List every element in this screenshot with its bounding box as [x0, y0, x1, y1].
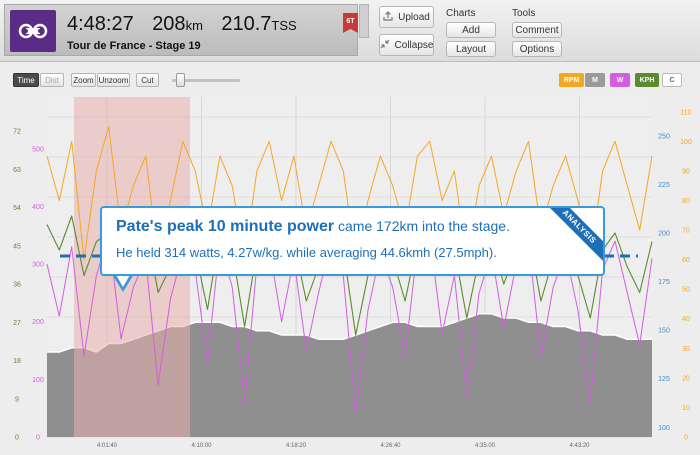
collapse-button[interactable]: Collapse — [379, 34, 434, 56]
x-tick-label: 4:43:20 — [569, 443, 590, 449]
kph-tick-label: 36 — [13, 282, 21, 289]
ride-name: Tour de France - Stage 19 — [67, 40, 201, 52]
watts-tick-label: 500 — [32, 146, 44, 153]
options-button[interactable]: Options — [512, 41, 562, 57]
x-tick-label: 4:26:40 — [380, 443, 401, 449]
callout-headline-rest: came 172km into the stage. — [334, 218, 510, 234]
watts-tick-label: 0 — [36, 435, 40, 442]
add-chart-button[interactable]: Add — [446, 22, 496, 38]
ride-tss: 210.7 — [221, 13, 272, 35]
bpm-tick-label: 225 — [658, 182, 670, 189]
rpm-tick-label: 10 — [682, 405, 690, 412]
rpm-tick-label: 20 — [682, 375, 690, 382]
watts-tick-label: 300 — [32, 262, 44, 269]
collapse-icon — [380, 39, 390, 52]
callout-headline: Pate's peak 10 minute power — [116, 218, 335, 235]
rpm-tick-label: 90 — [682, 168, 690, 175]
kph-tick-label: 54 — [13, 205, 21, 212]
rpm-tick-label: 0 — [684, 435, 688, 442]
bpm-tick-label: 200 — [658, 231, 670, 238]
tss-unit: TSS — [271, 18, 297, 33]
upload-button[interactable]: Upload — [379, 6, 434, 28]
rpm-tick-label: 30 — [682, 346, 690, 353]
app-window: 4:48:27 208km 210.7TSS Tour de France - … — [0, 0, 700, 455]
charts-group-label: Charts — [446, 8, 476, 19]
kph-tick-label: 27 — [13, 320, 21, 327]
watts-tick-label: 200 — [32, 319, 44, 326]
ride-distance: 208 — [152, 13, 186, 35]
x-tick-label: 4:18:20 — [286, 443, 307, 449]
bpm-tick-label: 125 — [658, 376, 670, 383]
rpm-tick-label: 40 — [682, 316, 690, 323]
callout-line-2: He held 314 watts, 4.27w/kg. while avera… — [116, 245, 497, 260]
kph-tick-label: 72 — [13, 129, 21, 136]
kph-tick-label: 45 — [13, 243, 21, 250]
watts-tick-label: 400 — [32, 204, 44, 211]
ride-duration: 4:48:27 — [67, 13, 134, 35]
bike-chain-icon — [10, 10, 56, 52]
ride-stats: 4:48:27 208km 210.7TSS — [67, 13, 311, 36]
top-toolbar: 4:48:27 208km 210.7TSS Tour de France - … — [0, 0, 700, 62]
analysis-ribbon: ANALYSIS — [538, 208, 603, 268]
rpm-tick-label: 110 — [680, 109, 691, 116]
upload-label: Upload — [398, 11, 430, 23]
kph-tick-label: 63 — [13, 167, 21, 174]
comment-button[interactable]: Comment — [512, 22, 562, 38]
rpm-tick-label: 100 — [680, 139, 692, 146]
rpm-tick-label: 70 — [682, 228, 690, 235]
chart-panel: Time Dist Zoom Unzoom Cut RPM M W KPH C … — [0, 62, 700, 455]
rpm-tick-label: 50 — [682, 287, 690, 294]
bpm-tick-label: 250 — [658, 133, 670, 140]
team-badge[interactable]: 6T — [343, 13, 358, 33]
x-tick-label: 4:35:00 — [475, 443, 496, 449]
kph-tick-label: 18 — [13, 358, 21, 365]
kph-tick-label: 0 — [15, 435, 19, 442]
ride-summary: 4:48:27 208km 210.7TSS Tour de France - … — [4, 4, 358, 56]
x-tick-label: 4:01:40 — [97, 443, 118, 449]
x-tick-label: 4:10:00 — [191, 443, 212, 449]
tools-group-label: Tools — [512, 8, 536, 19]
layout-button[interactable]: Layout — [446, 41, 496, 57]
bpm-tick-label: 100 — [658, 425, 670, 432]
analysis-callout[interactable]: Pate's peak 10 minute power came 172km i… — [100, 206, 605, 276]
callout-line-1: Pate's peak 10 minute power came 172km i… — [116, 218, 510, 236]
bpm-tick-label: 175 — [658, 279, 670, 286]
kph-tick-label: 9 — [15, 396, 19, 403]
upload-icon — [383, 10, 393, 24]
collapse-label: Collapse — [394, 39, 434, 51]
rpm-tick-label: 80 — [682, 198, 690, 205]
bpm-tick-label: 150 — [658, 328, 670, 335]
distance-unit: km — [185, 18, 203, 33]
rpm-tick-label: 60 — [682, 257, 690, 264]
watts-tick-label: 100 — [32, 377, 44, 384]
summary-scroll-handle[interactable] — [359, 4, 369, 38]
